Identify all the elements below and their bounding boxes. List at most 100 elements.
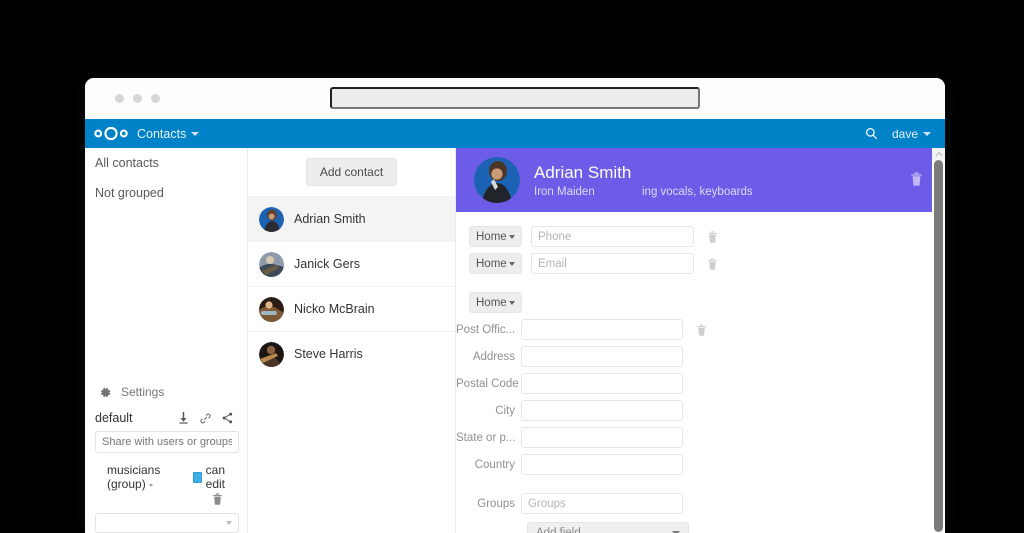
app-title-label: Contacts — [137, 126, 187, 141]
contact-list-item[interactable]: Adrian Smith — [248, 196, 455, 241]
user-menu[interactable]: dave — [892, 127, 931, 141]
window-minimize-dot[interactable] — [133, 94, 142, 103]
link-icon[interactable] — [200, 413, 211, 424]
browser-chrome-bar — [85, 78, 945, 119]
share-entry: musicians (group) - can edit — [95, 453, 239, 491]
contact-list-item[interactable]: Nicko McBrain — [248, 286, 455, 331]
window-maximize-dot[interactable] — [151, 94, 160, 103]
settings-button[interactable]: Settings — [95, 379, 239, 409]
chevron-up-icon — [934, 151, 943, 157]
delete-email-button[interactable] — [707, 257, 718, 270]
chevron-down-icon — [509, 300, 515, 305]
phone-input[interactable] — [531, 226, 694, 247]
share-input[interactable] — [95, 431, 239, 453]
groups-input[interactable] — [521, 493, 683, 514]
contact-name: Steve Harris — [294, 347, 363, 361]
state-row: State or p... — [456, 427, 945, 448]
postal-code-field[interactable] — [521, 373, 683, 394]
email-type-select[interactable]: Home — [469, 253, 522, 274]
download-icon[interactable] — [178, 412, 189, 424]
can-edit-label: can edit — [205, 463, 225, 491]
settings-label: Settings — [121, 385, 165, 399]
search-icon[interactable] — [865, 127, 878, 140]
addressbook-input-stub[interactable] — [95, 513, 239, 533]
city-field[interactable] — [521, 400, 683, 421]
email-input[interactable] — [531, 253, 694, 274]
country-row: Country — [456, 454, 945, 475]
contact-subtitle: Iron Maiden ing vocals, keyboards — [534, 186, 753, 198]
delete-address-button[interactable] — [696, 323, 707, 336]
delete-phone-button[interactable] — [707, 230, 718, 243]
window-close-dot[interactable] — [115, 94, 124, 103]
top-bar-right: dave — [865, 119, 931, 148]
add-contact-button[interactable]: Add contact — [305, 158, 398, 186]
form-spacer — [456, 481, 945, 493]
phone-row: Home — [456, 226, 945, 247]
post-office-box-label: Post Offic... — [456, 323, 516, 336]
chevron-down-icon — [226, 521, 232, 525]
address-bar[interactable] — [330, 87, 700, 109]
chevron-down-icon — [509, 234, 515, 239]
avatar — [259, 251, 284, 277]
city-label: City — [495, 404, 515, 417]
groups-row: Groups — [456, 493, 945, 514]
sidebar-item-label: All contacts — [95, 156, 159, 170]
city-row: City — [456, 400, 945, 421]
avatar — [259, 206, 284, 232]
delete-contact-button[interactable] — [910, 172, 923, 186]
trash-icon[interactable] — [212, 493, 223, 505]
addressbook-name[interactable]: default — [95, 411, 178, 425]
gear-icon — [99, 386, 112, 399]
state-field[interactable] — [521, 427, 683, 448]
address-label: Address — [472, 350, 515, 363]
phone-type-value: Home — [476, 230, 507, 243]
contact-identity: Adrian Smith Iron Maiden ing vocals, key… — [534, 162, 753, 198]
chevron-down-icon — [509, 261, 515, 266]
screen: Contacts dave All contacts Not grouped S… — [0, 0, 1024, 533]
contact-list-column: Add contact Adrian Smith Janick Gers Nic… — [248, 148, 456, 533]
sidebar-item-all-contacts[interactable]: All contacts — [85, 148, 247, 178]
state-label: State or p... — [456, 431, 516, 444]
contact-job-title: ing vocals, keyboards — [642, 186, 753, 198]
can-edit-checkbox[interactable] — [192, 471, 202, 483]
add-field-select[interactable]: Add field ... — [527, 522, 689, 533]
avatar — [259, 341, 284, 367]
email-type-value: Home — [476, 257, 507, 270]
app-title[interactable]: Contacts — [137, 126, 200, 141]
address-type-value: Home — [476, 296, 507, 309]
add-field-label: Add field ... — [536, 527, 594, 533]
chevron-down-icon — [191, 131, 200, 136]
country-field[interactable] — [521, 454, 683, 475]
contact-detail-header: Adrian Smith Iron Maiden ing vocals, key… — [456, 148, 945, 212]
nextcloud-logo[interactable] — [94, 127, 128, 140]
share-actions — [95, 491, 239, 509]
app-body: All contacts Not grouped Settings defaul… — [85, 148, 945, 533]
contact-list-item[interactable]: Janick Gers — [248, 241, 455, 286]
sidebar-item-not-grouped[interactable]: Not grouped — [85, 178, 247, 208]
contact-detail-pane: Adrian Smith Iron Maiden ing vocals, key… — [456, 148, 945, 533]
avatar[interactable] — [474, 157, 520, 203]
post-office-box-field[interactable] — [521, 319, 683, 340]
contact-form: Home Phone Home Email Home Post Offic...… — [456, 212, 945, 533]
share-icon[interactable] — [222, 412, 233, 424]
postal-code-row: Postal Code — [456, 373, 945, 394]
addressbook-row: default — [95, 409, 239, 431]
contact-list-header: Add contact — [248, 148, 455, 196]
postal-code-label: Postal Code — [456, 377, 519, 390]
contact-name: Janick Gers — [294, 257, 360, 271]
app-top-bar: Contacts dave — [85, 119, 945, 148]
avatar — [259, 296, 284, 322]
address-field[interactable] — [521, 346, 683, 367]
window-controls — [115, 94, 160, 103]
scrollbar-thumb[interactable] — [934, 160, 943, 532]
phone-type-select[interactable]: Home — [469, 226, 522, 247]
address-type-select[interactable]: Home — [469, 292, 522, 313]
contact-list-item[interactable]: Steve Harris — [248, 331, 455, 376]
contact-full-name: Adrian Smith — [534, 163, 632, 182]
share-target-label: musicians (group) - — [107, 463, 161, 491]
contact-organization: Iron Maiden — [534, 186, 595, 198]
groups-label: Groups — [477, 497, 515, 510]
vertical-scrollbar[interactable] — [932, 148, 945, 533]
scroll-up-button[interactable] — [932, 148, 945, 160]
sidebar: All contacts Not grouped Settings defaul… — [85, 148, 248, 533]
